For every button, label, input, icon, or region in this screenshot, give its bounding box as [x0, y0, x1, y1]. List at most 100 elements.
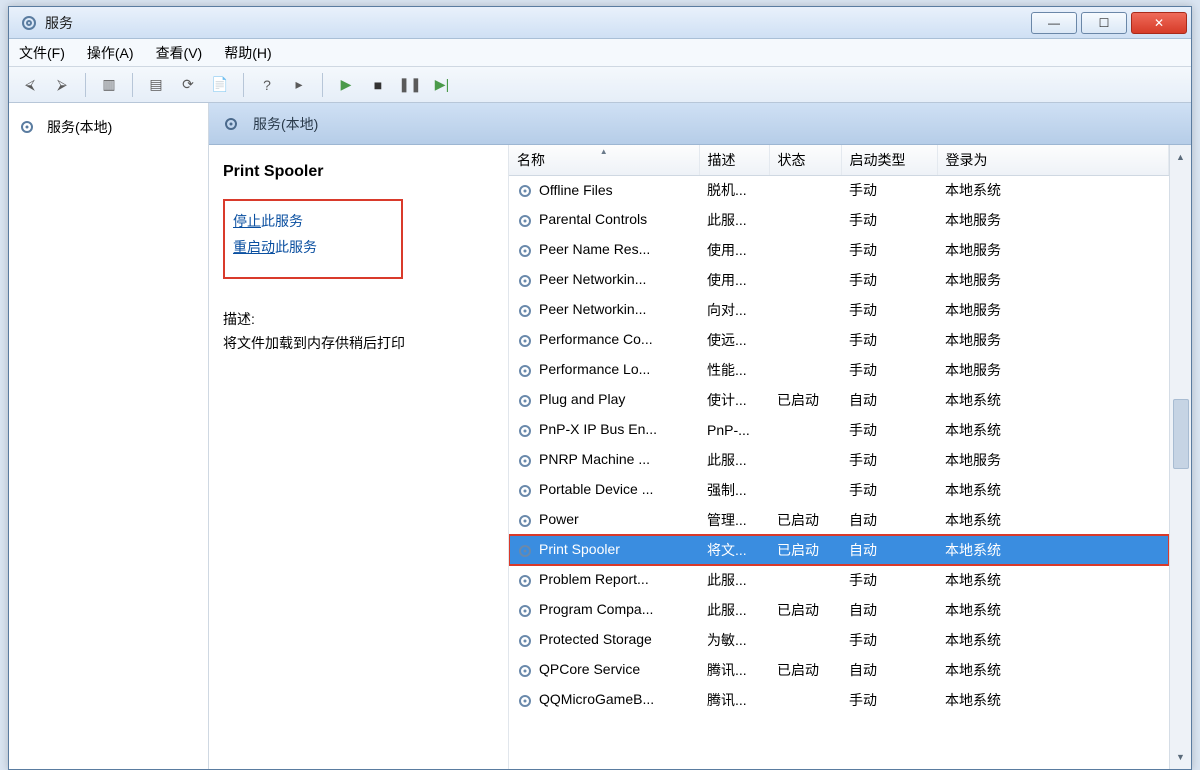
- show-hide-tree-button[interactable]: ▥: [96, 72, 122, 98]
- gear-icon: [517, 453, 533, 469]
- stop-service-line: 停止此服务: [233, 211, 393, 231]
- table-row[interactable]: Protected Storage为敏...手动本地系统: [509, 625, 1169, 655]
- help-button[interactable]: ?: [254, 72, 280, 98]
- maximize-button[interactable]: ☐: [1081, 12, 1127, 34]
- titlebar[interactable]: 服务 — ☐ ✕: [9, 7, 1191, 39]
- table-row[interactable]: QPCore Service腾讯...已启动自动本地系统: [509, 655, 1169, 685]
- table-row[interactable]: Peer Networkin...向对...手动本地服务: [509, 295, 1169, 325]
- scroll-track[interactable]: [1173, 169, 1189, 745]
- cell-logon: 本地系统: [937, 385, 1169, 415]
- cell-startup: 手动: [841, 325, 937, 355]
- table-row[interactable]: Peer Networkin...使用...手动本地服务: [509, 265, 1169, 295]
- cell-status: 已启动: [769, 385, 841, 415]
- table-row[interactable]: PnP-X IP Bus En...PnP-...手动本地系统: [509, 415, 1169, 445]
- cell-status: [769, 355, 841, 385]
- close-button[interactable]: ✕: [1131, 12, 1187, 34]
- scroll-thumb[interactable]: [1173, 399, 1189, 469]
- cell-desc: 此服...: [699, 595, 769, 625]
- table-row[interactable]: Offline Files脱机...手动本地系统: [509, 175, 1169, 205]
- table-row[interactable]: Plug and Play使计...已启动自动本地系统: [509, 385, 1169, 415]
- table-row[interactable]: Performance Co...使远...手动本地服务: [509, 325, 1169, 355]
- properties-button[interactable]: ▤: [143, 72, 169, 98]
- cell-startup: 手动: [841, 565, 937, 595]
- cell-startup: 自动: [841, 535, 937, 565]
- export-button[interactable]: 📄: [207, 72, 233, 98]
- gear-icon: [517, 393, 533, 409]
- cell-desc: 使计...: [699, 385, 769, 415]
- minimize-button[interactable]: —: [1031, 12, 1077, 34]
- cell-status: 已启动: [769, 595, 841, 625]
- cell-status: [769, 175, 841, 205]
- col-status[interactable]: 状态: [769, 145, 841, 175]
- cell-desc: 性能...: [699, 355, 769, 385]
- gear-icon: [517, 423, 533, 439]
- cell-status: [769, 625, 841, 655]
- restart-service-button[interactable]: ▶|: [429, 72, 455, 98]
- menu-file[interactable]: 文件(F): [19, 43, 65, 63]
- cell-logon: 本地服务: [937, 235, 1169, 265]
- start-service-button[interactable]: ▶: [333, 72, 359, 98]
- cell-startup: 手动: [841, 475, 937, 505]
- table-row[interactable]: Performance Lo...性能...手动本地服务: [509, 355, 1169, 385]
- scroll-up-button[interactable]: ▲: [1171, 147, 1191, 167]
- restart-service-link[interactable]: 重启动: [233, 239, 275, 255]
- table-row[interactable]: Print Spooler将文...已启动自动本地系统: [509, 535, 1169, 565]
- window-controls: — ☐ ✕: [1031, 12, 1187, 34]
- nav-item-services-local[interactable]: 服务(本地): [19, 117, 198, 137]
- cell-status: [769, 295, 841, 325]
- table-row[interactable]: Power管理...已启动自动本地系统: [509, 505, 1169, 535]
- cell-startup: 手动: [841, 685, 937, 715]
- cell-status: [769, 325, 841, 355]
- table-row[interactable]: Problem Report...此服...手动本地系统: [509, 565, 1169, 595]
- table-row[interactable]: PNRP Machine ...此服...手动本地服务: [509, 445, 1169, 475]
- scroll-down-button[interactable]: ▼: [1171, 747, 1191, 767]
- cell-logon: 本地系统: [937, 595, 1169, 625]
- action-button[interactable]: ▸: [286, 72, 312, 98]
- col-logon[interactable]: 登录为: [937, 145, 1169, 175]
- cell-logon: 本地系统: [937, 685, 1169, 715]
- table-row[interactable]: QQMicroGameB...腾讯...手动本地系统: [509, 685, 1169, 715]
- service-actions-box: 停止此服务 重启动此服务: [223, 199, 403, 279]
- navigation-pane: 服务(本地): [9, 103, 209, 769]
- cell-name: Plug and Play: [509, 385, 699, 415]
- col-name[interactable]: 名称: [509, 145, 699, 175]
- cell-startup: 手动: [841, 445, 937, 475]
- vertical-scrollbar[interactable]: ▲ ▼: [1169, 145, 1191, 769]
- cell-desc: 此服...: [699, 565, 769, 595]
- gear-icon: [517, 603, 533, 619]
- menu-help[interactable]: 帮助(H): [224, 43, 271, 63]
- cell-logon: 本地服务: [937, 295, 1169, 325]
- col-startup[interactable]: 启动类型: [841, 145, 937, 175]
- col-desc[interactable]: 描述: [699, 145, 769, 175]
- cell-status: [769, 205, 841, 235]
- table-row[interactable]: Portable Device ...强制...手动本地系统: [509, 475, 1169, 505]
- cell-logon: 本地系统: [937, 625, 1169, 655]
- forward-button[interactable]: ⮚: [49, 72, 75, 98]
- cell-startup: 自动: [841, 655, 937, 685]
- stop-service-link[interactable]: 停止: [233, 213, 261, 229]
- pause-service-button[interactable]: ❚❚: [397, 72, 423, 98]
- cell-status: [769, 415, 841, 445]
- menu-view[interactable]: 查看(V): [156, 43, 203, 63]
- cell-startup: 手动: [841, 175, 937, 205]
- gear-icon: [517, 663, 533, 679]
- cell-name: Portable Device ...: [509, 475, 699, 505]
- back-button[interactable]: ⮘: [17, 72, 43, 98]
- cell-logon: 本地系统: [937, 175, 1169, 205]
- gear-icon: [517, 693, 533, 709]
- stop-service-button[interactable]: ■: [365, 72, 391, 98]
- cell-logon: 本地系统: [937, 505, 1169, 535]
- gear-icon: [517, 513, 533, 529]
- refresh-button[interactable]: ⟳: [175, 72, 201, 98]
- menu-action[interactable]: 操作(A): [87, 43, 134, 63]
- gear-icon: [19, 119, 35, 135]
- cell-status: [769, 565, 841, 595]
- table-row[interactable]: Program Compa...此服...已启动自动本地系统: [509, 595, 1169, 625]
- table-row[interactable]: Parental Controls此服...手动本地服务: [509, 205, 1169, 235]
- main-header: 服务(本地): [209, 103, 1191, 145]
- cell-name: Power: [509, 505, 699, 535]
- cell-desc: 腾讯...: [699, 655, 769, 685]
- table-row[interactable]: Peer Name Res...使用...手动本地服务: [509, 235, 1169, 265]
- cell-startup: 手动: [841, 265, 937, 295]
- cell-startup: 自动: [841, 595, 937, 625]
